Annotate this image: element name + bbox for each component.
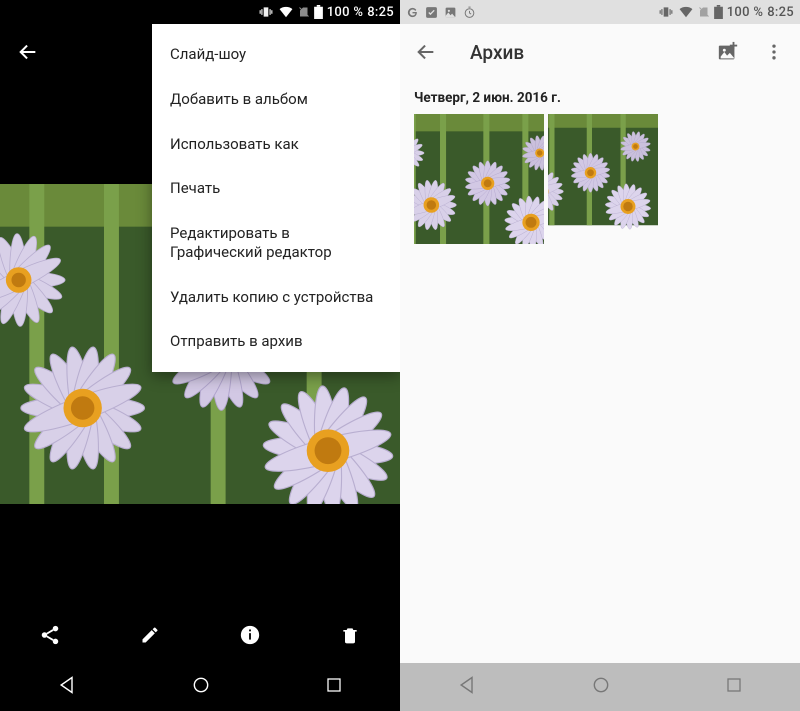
more-button[interactable] xyxy=(754,32,794,72)
archive-screen: 100 % 8:25 Архив Четверг, 2 июн. 2016 г. xyxy=(400,0,800,711)
google-icon xyxy=(406,6,419,19)
battery-icon xyxy=(314,5,323,19)
photo-thumbnail[interactable] xyxy=(548,114,678,244)
menu-item-delete-copy[interactable]: Удалить копию с устройства xyxy=(152,275,400,320)
navigation-bar xyxy=(0,663,400,711)
timer-icon xyxy=(463,6,476,19)
page-title: Архив xyxy=(470,41,702,64)
battery-text: 100 % xyxy=(327,5,363,20)
nav-home-button[interactable] xyxy=(591,675,611,699)
menu-item-edit-in[interactable]: Редактировать в Графический редактор xyxy=(152,211,400,275)
navigation-bar xyxy=(400,663,800,711)
check-icon xyxy=(425,6,438,19)
no-sim-icon xyxy=(698,5,710,19)
no-sim-icon xyxy=(298,5,310,19)
share-button[interactable] xyxy=(30,615,70,655)
date-header: Четверг, 2 июн. 2016 г. xyxy=(400,80,800,114)
battery-icon xyxy=(714,5,723,19)
photo-icon xyxy=(444,6,457,19)
delete-button[interactable] xyxy=(330,615,370,655)
menu-item-slideshow[interactable]: Слайд-шоу xyxy=(152,32,400,77)
back-button[interactable] xyxy=(406,32,446,72)
add-photo-button[interactable] xyxy=(708,32,748,72)
nav-recent-button[interactable] xyxy=(325,676,343,698)
photo-thumbnail[interactable] xyxy=(414,114,544,244)
nav-back-button[interactable] xyxy=(457,675,477,699)
clock-text: 8:25 xyxy=(767,5,794,20)
menu-item-archive[interactable]: Отправить в архив xyxy=(152,319,400,364)
status-bar: 100 % 8:25 xyxy=(0,0,400,24)
vibrate-icon xyxy=(258,5,274,19)
vibrate-icon xyxy=(658,5,674,19)
nav-back-button[interactable] xyxy=(57,675,77,699)
archive-content: Архив Четверг, 2 июн. 2016 г. xyxy=(400,24,800,663)
battery-text: 100 % xyxy=(727,5,763,20)
menu-item-use-as[interactable]: Использовать как xyxy=(152,122,400,167)
photo-action-bar xyxy=(0,607,400,663)
app-bar: Архив xyxy=(400,24,800,80)
edit-button[interactable] xyxy=(130,615,170,655)
wifi-icon xyxy=(278,5,294,19)
photo-viewer: Слайд-шоу Добавить в альбом Использовать… xyxy=(0,24,400,663)
menu-item-print[interactable]: Печать xyxy=(152,166,400,211)
back-button[interactable] xyxy=(8,32,48,72)
nav-recent-button[interactable] xyxy=(725,676,743,698)
overflow-menu: Слайд-шоу Добавить в альбом Использовать… xyxy=(152,24,400,372)
photo-viewer-screen: 100 % 8:25 xyxy=(0,0,400,711)
menu-item-add-to-album[interactable]: Добавить в альбом xyxy=(152,77,400,122)
status-bar: 100 % 8:25 xyxy=(400,0,800,24)
wifi-icon xyxy=(678,5,694,19)
clock-text: 8:25 xyxy=(367,5,394,20)
nav-home-button[interactable] xyxy=(191,675,211,699)
photo-grid xyxy=(400,114,800,244)
info-button[interactable] xyxy=(230,615,270,655)
